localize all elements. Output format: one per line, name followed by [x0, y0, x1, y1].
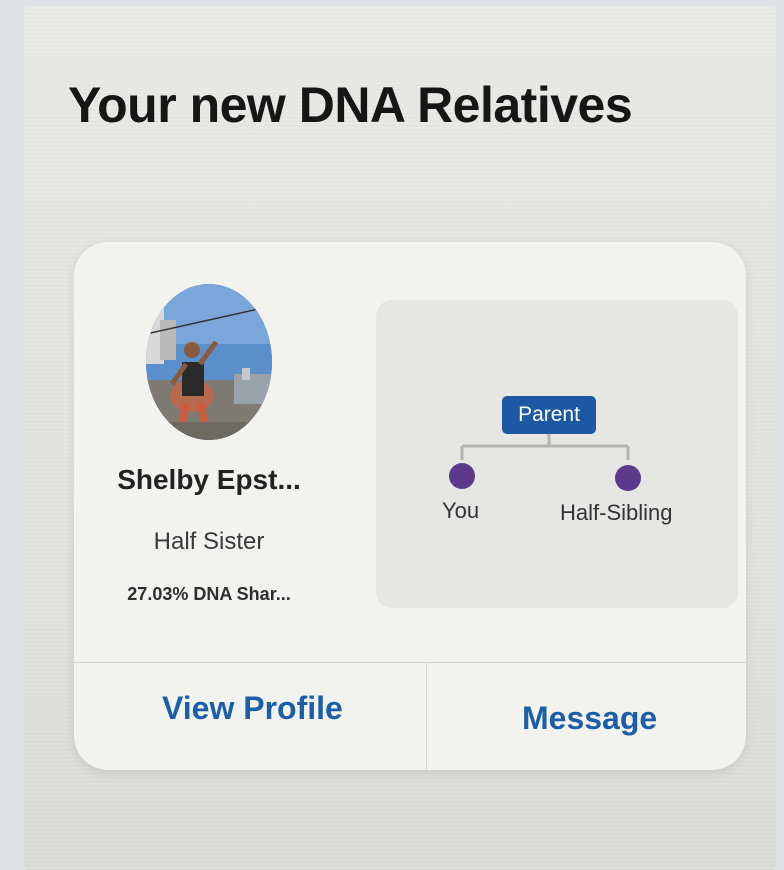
parent-badge: Parent — [502, 396, 596, 434]
relative-card: Shelby Epst... Half Sister 27.03% DNA Sh… — [74, 242, 746, 770]
view-profile-button[interactable]: View Profile — [162, 690, 343, 727]
relationship-tree: Parent You Half-Sibling — [376, 300, 738, 608]
half-sibling-node-label: Half-Sibling — [560, 500, 673, 525]
relative-avatar[interactable] — [146, 284, 272, 440]
actions-divider — [426, 662, 427, 770]
you-node-icon — [449, 463, 475, 489]
avatar-photo — [146, 284, 272, 440]
message-button[interactable]: Message — [522, 700, 657, 737]
relationship-label: Half Sister — [153, 528, 265, 555]
card-divider — [74, 662, 746, 663]
tree-connector-lines — [449, 434, 641, 491]
page-title: Your new DNA Relatives — [68, 77, 633, 133]
dna-shared-label: 27.03% DNA Shar... — [127, 584, 291, 604]
relative-name[interactable]: Shelby Epst... — [94, 464, 324, 496]
half-sibling-node-icon — [615, 465, 641, 491]
screen-photo: Your new DNA Relatives Shelby Epst... Ha… — [24, 6, 776, 870]
you-node-label: You — [442, 498, 480, 523]
